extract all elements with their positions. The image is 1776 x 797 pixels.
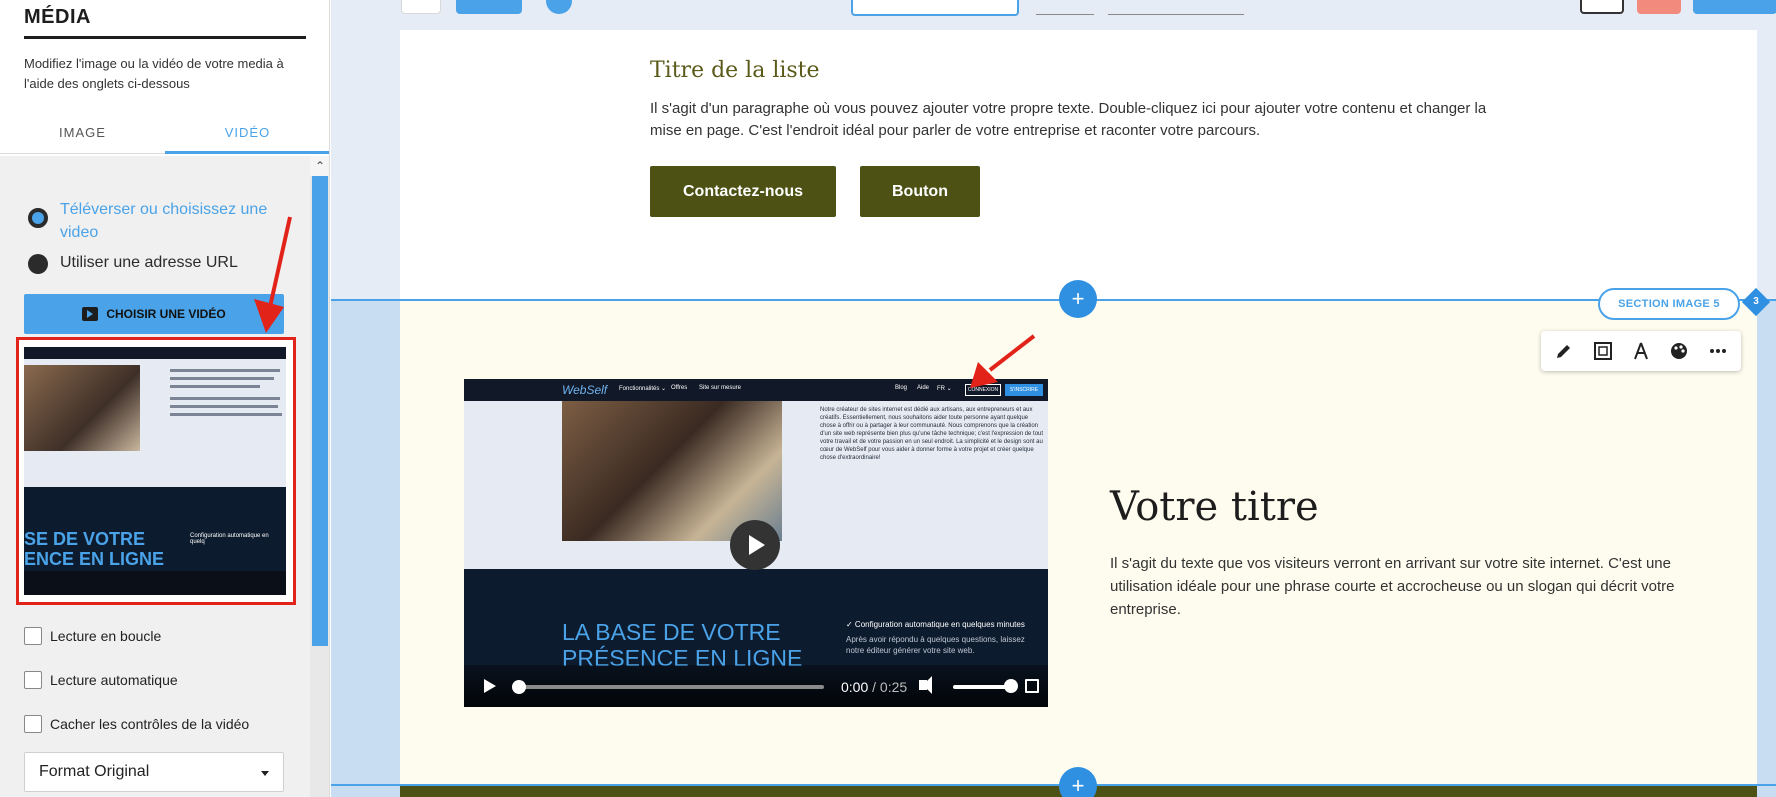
- video-nav-item: Aide: [917, 385, 930, 391]
- choose-video-label: CHOISIR UNE VIDÉO: [106, 307, 226, 321]
- caret-down-icon: [261, 771, 269, 776]
- video-nav-item: Fonctionnalités ⌄: [619, 386, 667, 392]
- hero-title[interactable]: Votre titre: [1110, 484, 1319, 530]
- toolbar-button[interactable]: [1693, 0, 1776, 14]
- list-title[interactable]: Titre de la liste: [650, 58, 820, 83]
- scroll-up-icon[interactable]: ⌃: [310, 156, 329, 176]
- progress-knob[interactable]: [512, 680, 526, 694]
- video-controls: 0:00 / 0:25: [464, 665, 1048, 707]
- toolbar-button[interactable]: [456, 0, 522, 14]
- time-current: 0:00: [841, 679, 869, 695]
- video-check-title: ✓ Configuration automatique en quelques …: [846, 620, 1025, 629]
- add-section-above-button[interactable]: +: [1059, 280, 1097, 318]
- section-count: 3: [1753, 296, 1759, 307]
- thumbnail-nav: [24, 347, 286, 359]
- toolbar-button[interactable]: [1580, 0, 1624, 14]
- video-headline: LA BASE DE VOTRE PRÉSENCE EN LIGNE: [562, 619, 803, 671]
- tab-image[interactable]: IMAGE: [0, 118, 165, 154]
- thumbnail-text-line: [170, 405, 278, 408]
- tab-video[interactable]: VIDÉO: [165, 118, 329, 154]
- radio-upload[interactable]: [28, 208, 48, 228]
- contact-button[interactable]: Contactez-nous: [650, 166, 836, 217]
- more-icon[interactable]: [1706, 339, 1730, 363]
- video-nav-item: Blog: [895, 385, 908, 391]
- section-badge[interactable]: SECTION IMAGE 5: [1598, 288, 1740, 320]
- hide-controls-checkbox[interactable]: [24, 715, 42, 733]
- choose-video-button[interactable]: CHOISIR UNE VIDÉO: [24, 294, 284, 334]
- scrollbar-thumb[interactable]: [312, 176, 328, 646]
- autoplay-checkbox[interactable]: [24, 671, 42, 689]
- video-frame-nav: [464, 379, 1048, 401]
- pencil-icon[interactable]: [1552, 339, 1576, 363]
- format-select[interactable]: Format Original: [24, 752, 284, 792]
- video-thumbnail-highlight[interactable]: SE DE VOTRE ENCE EN LIGNE Configuration …: [16, 337, 296, 605]
- section-border-top: [331, 299, 1776, 301]
- thumbnail-photo: [24, 365, 140, 451]
- thumbnail-headline: SE DE VOTRE ENCE EN LIGNE: [24, 529, 165, 569]
- annotation-arrow-icon: [970, 334, 1036, 388]
- video-time: 0:00 / 0:25: [841, 679, 907, 695]
- media-panel: MÉDIA Modifiez l'image ou la vidéo de vo…: [0, 0, 330, 797]
- toolbar-link[interactable]: [1036, 14, 1094, 15]
- time-total: 0:25: [879, 679, 908, 695]
- loop-checkbox[interactable]: [24, 627, 42, 645]
- video-nav-item: Site sur mesure: [699, 385, 742, 391]
- list-section[interactable]: [400, 30, 1757, 300]
- video-body-text: Notre créateur de sites internet est déd…: [820, 407, 1044, 461]
- thumbnail-text-line: [170, 413, 282, 416]
- thumbnail-text-line: [170, 369, 280, 372]
- add-section-below-button[interactable]: +: [1059, 767, 1097, 797]
- video-check-sub: Après avoir répondu à quelques questions…: [846, 635, 1025, 655]
- section-toolbar: [1541, 331, 1741, 371]
- time-separator: /: [872, 679, 877, 695]
- radio-url[interactable]: [28, 254, 48, 274]
- panel-description: Modifiez l'image ou la vidéo de votre me…: [24, 56, 284, 91]
- toolbar-icon[interactable]: [546, 0, 572, 14]
- volume-knob[interactable]: [1004, 679, 1018, 693]
- selection-margin: [1757, 300, 1776, 797]
- thumbnail-check-text: Configuration automatique en quelq: [190, 533, 269, 545]
- format-select-value: Format Original: [39, 763, 150, 780]
- video-player[interactable]: WebSelf Fonctionnalités ⌄ Offres Site su…: [464, 379, 1048, 707]
- toolbar-field[interactable]: [851, 0, 1019, 16]
- thumbnail-cookie-bar: [24, 571, 286, 595]
- play-small-icon[interactable]: [484, 679, 496, 693]
- section-border-bottom: [331, 784, 1776, 786]
- radio-url-label[interactable]: Utiliser une adresse URL: [60, 254, 238, 272]
- section-count-badge: 3: [1741, 287, 1771, 317]
- frame-icon[interactable]: [1591, 339, 1615, 363]
- video-logo: WebSelf: [562, 383, 608, 397]
- generic-button[interactable]: Bouton: [860, 166, 980, 217]
- video-check-list: ✓ Configuration automatique en quelques …: [846, 619, 1036, 656]
- video-nav-item: Offres: [671, 385, 688, 391]
- video-thumbnail[interactable]: SE DE VOTRE ENCE EN LIGNE Configuration …: [24, 347, 286, 595]
- hero-paragraph[interactable]: Il s'agit du texte que vos visiteurs ver…: [1110, 552, 1690, 621]
- compass-icon[interactable]: [1629, 339, 1653, 363]
- toolbar-button[interactable]: [1637, 0, 1681, 14]
- volume-slider[interactable]: [953, 685, 1011, 689]
- panel-title: MÉDIA: [24, 6, 91, 28]
- video-library-icon: [82, 307, 99, 321]
- title-divider: [24, 36, 306, 39]
- toolbar-link[interactable]: [1108, 14, 1244, 15]
- list-paragraph[interactable]: Il s'agit d'un paragraphe où vous pouvez…: [650, 98, 1520, 142]
- palette-icon[interactable]: [1667, 339, 1691, 363]
- editor-canvas: Titre de la liste Il s'agit d'un paragra…: [331, 0, 1776, 797]
- top-toolbar: [331, 0, 1776, 30]
- volume-icon[interactable]: [919, 676, 932, 694]
- toolbar-button[interactable]: [401, 0, 441, 14]
- thumbnail-text-line: [170, 385, 260, 388]
- thumbnail-text-line: [170, 397, 280, 400]
- fullscreen-icon[interactable]: [1025, 679, 1039, 693]
- progress-bar[interactable]: [516, 685, 824, 689]
- video-nav-item: FR ⌄: [937, 386, 952, 392]
- annotation-arrow-icon: [254, 216, 292, 333]
- hide-controls-label[interactable]: Cacher les contrôles de la vidéo: [50, 716, 249, 732]
- play-icon[interactable]: [730, 520, 780, 570]
- selection-margin: [331, 300, 400, 797]
- loop-label[interactable]: Lecture en boucle: [50, 628, 161, 644]
- autoplay-label[interactable]: Lecture automatique: [50, 672, 178, 688]
- thumbnail-text-line: [170, 377, 274, 380]
